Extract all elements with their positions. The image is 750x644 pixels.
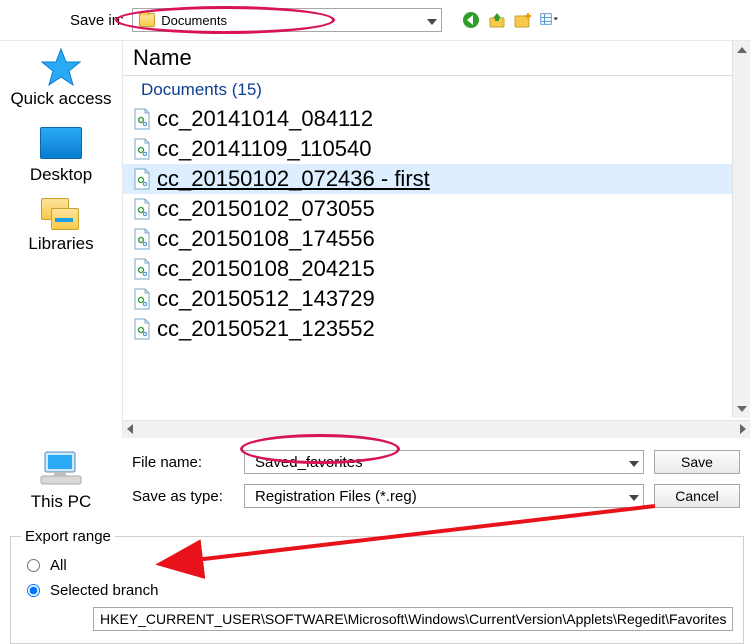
export-all-radio[interactable]: All	[27, 557, 733, 574]
new-folder-icon[interactable]	[514, 11, 532, 29]
places-label: Desktop	[30, 165, 92, 185]
save-as-type-label: Save as type:	[132, 488, 244, 505]
file-name-value: Saved_favorites	[255, 454, 363, 471]
places-label: This PC	[0, 492, 122, 512]
places-quick-access[interactable]: Quick access	[10, 47, 111, 109]
save-as-type-combo[interactable]: Registration Files (*.reg)	[244, 484, 644, 508]
scroll-up-icon[interactable]	[733, 41, 750, 59]
file-name-text: cc_20141109_110540	[157, 136, 372, 162]
file-row[interactable]: cc_20150512_143729	[123, 284, 750, 314]
export-range-group: Export range All Selected branch	[10, 528, 744, 644]
places-label: Quick access	[10, 89, 111, 109]
file-row[interactable]: cc_20150108_174556	[123, 224, 750, 254]
places-libraries[interactable]: Libraries	[28, 198, 93, 254]
file-name-label: File name:	[132, 454, 244, 471]
reg-file-icon	[133, 318, 151, 340]
chevron-down-icon	[623, 488, 639, 505]
places-bar: Quick access Desktop Libraries	[0, 41, 122, 438]
file-row[interactable]: cc_20150102_073055	[123, 194, 750, 224]
file-name-text: cc_20150102_072436 - first	[157, 166, 430, 192]
reg-file-icon	[133, 228, 151, 250]
file-name-text: cc_20150102_073055	[157, 196, 375, 222]
libraries-icon	[41, 198, 81, 232]
reg-file-icon	[133, 258, 151, 280]
export-all-label: All	[50, 557, 67, 574]
file-row[interactable]: cc_20141014_084112	[123, 104, 750, 134]
quick-access-icon	[38, 47, 84, 87]
selected-branch-input[interactable]	[93, 607, 733, 631]
chevron-down-icon	[421, 13, 437, 28]
view-menu-icon[interactable]	[540, 11, 558, 29]
reg-file-icon	[133, 198, 151, 220]
save-in-value: Documents	[161, 13, 227, 28]
save-button[interactable]: Save	[654, 450, 740, 474]
places-label: Libraries	[28, 234, 93, 254]
save-in-label: Save in:	[70, 12, 124, 29]
export-selected-radio-input[interactable]	[27, 584, 40, 597]
reg-file-icon	[133, 138, 151, 160]
this-pc-icon	[38, 450, 84, 490]
places-desktop[interactable]: Desktop	[30, 123, 92, 185]
file-name-combo[interactable]: Saved_favorites	[244, 450, 644, 474]
back-icon[interactable]	[462, 11, 480, 29]
save-as-type-value: Registration Files (*.reg)	[255, 488, 417, 505]
file-row[interactable]: cc_20150102_072436 - first	[123, 164, 750, 194]
export-selected-label: Selected branch	[50, 582, 158, 599]
cancel-button[interactable]: Cancel	[654, 484, 740, 508]
file-row[interactable]: cc_20150108_204215	[123, 254, 750, 284]
file-list-pane: Name Documents (15) cc_20141014_084112cc…	[122, 41, 750, 438]
scroll-down-icon[interactable]	[733, 400, 750, 418]
file-row[interactable]: cc_20150521_123552	[123, 314, 750, 344]
up-one-level-icon[interactable]	[488, 11, 506, 29]
desktop-icon	[38, 123, 84, 163]
vertical-scrollbar[interactable]	[732, 41, 750, 418]
scroll-right-icon[interactable]	[736, 422, 750, 437]
file-name-text: cc_20150521_123552	[157, 316, 375, 342]
file-name-text: cc_20150108_174556	[157, 226, 375, 252]
file-name-text: cc_20141014_084112	[157, 106, 373, 132]
scroll-left-icon[interactable]	[123, 422, 137, 437]
folder-icon	[139, 13, 155, 27]
reg-file-icon	[133, 108, 151, 130]
reg-file-icon	[133, 288, 151, 310]
export-range-legend: Export range	[21, 528, 115, 545]
group-header[interactable]: Documents (15)	[123, 76, 750, 104]
column-header-name[interactable]: Name	[123, 41, 750, 76]
file-name-text: cc_20150512_143729	[157, 286, 375, 312]
save-in-combo[interactable]: Documents	[132, 8, 442, 32]
chevron-down-icon	[623, 454, 639, 471]
places-this-pc[interactable]: This PC	[0, 450, 122, 512]
horizontal-scrollbar[interactable]	[123, 420, 750, 438]
export-all-radio-input[interactable]	[27, 559, 40, 572]
export-selected-radio[interactable]: Selected branch	[27, 582, 733, 599]
file-row[interactable]: cc_20141109_110540	[123, 134, 750, 164]
reg-file-icon	[133, 168, 151, 190]
file-name-text: cc_20150108_204215	[157, 256, 375, 282]
